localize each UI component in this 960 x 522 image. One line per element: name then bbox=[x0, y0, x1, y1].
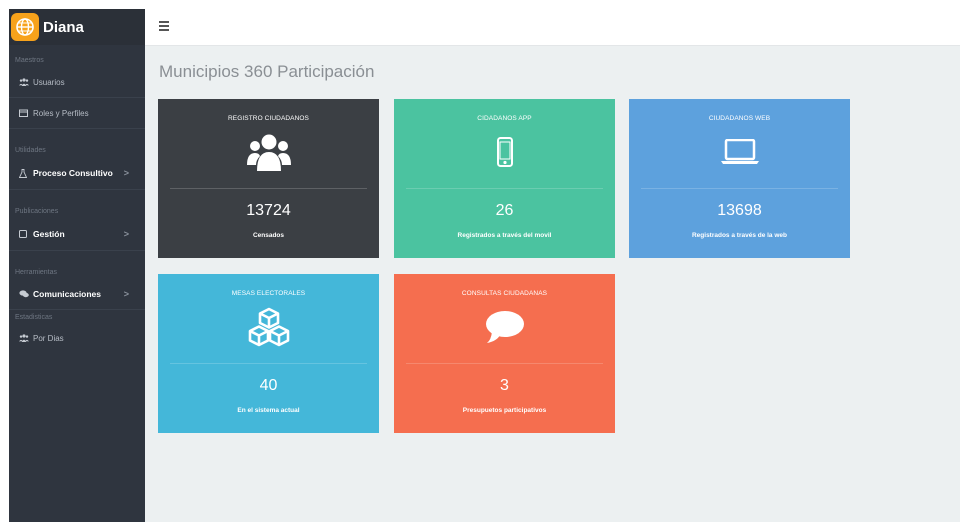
card-label: Registrados a través de la web bbox=[691, 232, 787, 239]
sidebar-item-por-dias[interactable]: Por Dias bbox=[9, 324, 145, 352]
card-label: Presupuetos participativos bbox=[462, 407, 547, 414]
card-value: 13724 bbox=[246, 202, 291, 219]
flask-icon bbox=[19, 168, 33, 178]
card-title: CONSULTAS CIUDADANAS bbox=[461, 290, 548, 297]
users-icon bbox=[19, 334, 33, 342]
cubes-icon bbox=[158, 304, 379, 349]
card-value: 40 bbox=[259, 377, 278, 394]
users-icon bbox=[19, 78, 33, 86]
top-bar bbox=[145, 9, 960, 46]
comment-icon bbox=[394, 304, 615, 349]
square-icon bbox=[19, 230, 33, 238]
sidebar-item-proceso-consultivo[interactable]: Proceso Consultivo > bbox=[9, 157, 145, 190]
chevron-right-icon: > bbox=[123, 229, 129, 239]
app-name: Diana bbox=[43, 18, 84, 36]
section-title-herramientas: Herramientas bbox=[15, 269, 58, 276]
card-title: CIUDADANOS WEB bbox=[708, 115, 771, 122]
chevron-right-icon: > bbox=[123, 168, 129, 178]
sidebar-item-label: Usuarios bbox=[33, 77, 65, 87]
brand[interactable]: Diana bbox=[9, 9, 145, 45]
section-title-publicaciones: Publicaciones bbox=[15, 208, 59, 215]
globe-icon bbox=[11, 13, 39, 41]
section-title-estadisticas: Estadisticas bbox=[15, 314, 53, 321]
card-cidadanos-app[interactable]: CIDADANOS APP 26 Registrados a través de… bbox=[394, 99, 615, 258]
sidebar: Diana Maestros Usuarios Roles y Perfiles… bbox=[9, 9, 145, 522]
sidebar-item-label: Gestión bbox=[33, 229, 65, 239]
sidebar-item-comunicaciones[interactable]: Comunicaciones > bbox=[9, 279, 145, 310]
section-title-maestros: Maestros bbox=[15, 57, 44, 64]
card-title: MESAS ELECTORALES bbox=[231, 290, 306, 297]
hamburger-menu-icon[interactable] bbox=[159, 21, 169, 33]
card-title: CIDADANOS APP bbox=[477, 115, 532, 122]
card-label: Registrados a través del movil bbox=[457, 232, 552, 239]
card-value: 26 bbox=[495, 202, 514, 219]
sidebar-item-label: Por Dias bbox=[33, 333, 64, 343]
card-label: En el sistema actual bbox=[237, 407, 300, 414]
sidebar-item-label: Comunicaciones bbox=[33, 289, 102, 299]
card-consultas-ciudadanas[interactable]: CONSULTAS CIUDADANAS 3 Presupuetos parti… bbox=[394, 274, 615, 433]
card-divider bbox=[641, 188, 838, 189]
comments-icon bbox=[19, 290, 33, 298]
card-divider bbox=[406, 363, 603, 364]
card-mesas-electorales[interactable]: MESAS ELECTORALES 40 En el sistema actua… bbox=[158, 274, 379, 433]
laptop-icon bbox=[629, 129, 850, 174]
card-divider bbox=[170, 363, 367, 364]
mobile-icon bbox=[394, 129, 615, 174]
card-divider bbox=[406, 188, 603, 189]
chevron-right-icon: > bbox=[123, 289, 129, 299]
card-title: REGISTRO CIUDADANOS bbox=[228, 115, 309, 122]
card-value: 3 bbox=[500, 377, 509, 394]
sidebar-item-usuarios[interactable]: Usuarios bbox=[9, 67, 145, 98]
section-title-utilidades: Utilidades bbox=[15, 147, 46, 154]
main-content: Municipios 360 Participación REGISTRO CI… bbox=[145, 46, 960, 522]
card-divider bbox=[170, 188, 367, 189]
sidebar-item-label: Roles y Perfiles bbox=[33, 108, 89, 118]
card-value: 13698 bbox=[717, 202, 762, 219]
card-label: Censados bbox=[252, 232, 285, 239]
sidebar-item-roles-perfiles[interactable]: Roles y Perfiles bbox=[9, 98, 145, 129]
calendar-icon bbox=[19, 109, 33, 117]
card-ciudadanos-web[interactable]: CIUDADANOS WEB 13698 Registrados a travé… bbox=[629, 99, 850, 258]
sidebar-item-label: Proceso Consultivo bbox=[33, 168, 113, 178]
users-icon bbox=[158, 129, 379, 174]
page-title: Municipios 360 Participación bbox=[159, 62, 375, 81]
card-registro-ciudadanos[interactable]: REGISTRO CIUDADANOS 13724 Censados bbox=[158, 99, 379, 258]
sidebar-item-gestion[interactable]: Gestión > bbox=[9, 218, 145, 251]
